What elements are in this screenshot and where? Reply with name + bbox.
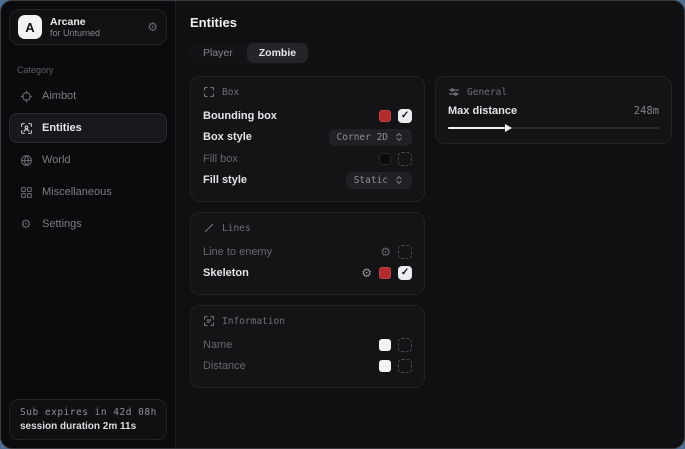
card-title: Information [222, 316, 285, 327]
tab-player[interactable]: Player [191, 43, 245, 63]
setting-label: Fill style [203, 174, 247, 186]
scan-icon [203, 86, 215, 98]
setting-label: Bounding box [203, 110, 277, 122]
lines-card: Lines Line to enemy ⚙ ✓ Skeleton [190, 212, 425, 295]
general-card: General Max distance 248m [435, 76, 672, 144]
setting-label: Distance [203, 360, 246, 372]
grid-icon [19, 185, 33, 199]
gear-icon[interactable]: ⚙ [147, 21, 158, 33]
setting-label: Skeleton [203, 267, 249, 279]
session-duration-text: session duration 2m 11s [20, 421, 156, 432]
setting-label: Box style [203, 131, 252, 143]
sidebar-item-label: Settings [42, 218, 82, 230]
dropdown-value: Static [354, 175, 388, 186]
color-swatch[interactable] [379, 339, 391, 351]
max-distance-value: 248m [634, 105, 659, 117]
scan-person-icon [19, 121, 33, 135]
sidebar-item-label: Aimbot [42, 90, 76, 102]
setting-row-skeleton: Skeleton ⚙ ✓ [203, 263, 412, 285]
sidebar-item-world[interactable]: World [9, 145, 167, 175]
scan-text-icon [203, 315, 215, 327]
max-distance-slider[interactable] [448, 123, 659, 133]
setting-label: Name [203, 339, 232, 351]
subscription-info-box: Sub expires in 42d 08h session duration … [9, 399, 167, 440]
dropdown-value: Corner 2D [337, 132, 388, 143]
general-card-header: General [448, 86, 659, 98]
sidebar-item-miscellaneous[interactable]: Miscellaneous [9, 177, 167, 207]
sidebar: A Arcane for Unturned ⚙ Category Aimbot [1, 1, 176, 448]
brand-text: Arcane for Unturned [50, 16, 100, 38]
setting-label: Line to enemy [203, 246, 272, 258]
setting-row-name: Name ✓ [203, 334, 412, 356]
fill-style-dropdown[interactable]: Static [346, 172, 412, 189]
slider-thumb[interactable] [505, 124, 512, 132]
sidebar-nav: Aimbot Entities [1, 81, 175, 239]
app-logo: A [18, 15, 42, 39]
color-swatch[interactable] [379, 110, 391, 122]
left-column: Box Bounding box ✓ Box style [190, 76, 425, 388]
check-icon: ✓ [401, 268, 409, 278]
lines-card-header: Lines [203, 222, 412, 234]
gear-icon[interactable]: ⚙ [380, 246, 391, 258]
card-title: Lines [222, 223, 251, 234]
sidebar-item-label: Miscellaneous [42, 186, 112, 198]
page-title: Entities [190, 15, 672, 30]
sidebar-item-aimbot[interactable]: Aimbot [9, 81, 167, 111]
tab-zombie[interactable]: Zombie [247, 43, 308, 63]
category-label: Category [17, 65, 159, 75]
gear-icon: ⚙ [19, 217, 33, 231]
setting-label: Max distance [448, 105, 517, 117]
main-panel: Entities Player Zombie Box Bou [176, 1, 684, 448]
checkbox[interactable]: ✓ [398, 109, 412, 123]
app-subtitle: for Unturned [50, 28, 100, 38]
checkbox[interactable]: ✓ [398, 338, 412, 352]
diagonal-line-icon [203, 222, 215, 234]
information-card-header: Information [203, 315, 412, 327]
color-swatch[interactable] [379, 267, 391, 279]
right-column: General Max distance 248m [435, 76, 672, 144]
chevrons-up-down-icon [394, 175, 404, 185]
setting-row-fill-style: Fill style Static [203, 170, 412, 192]
sidebar-item-label: Entities [42, 122, 82, 134]
max-distance-row: Max distance 248m [448, 105, 659, 117]
setting-row-fill-box: Fill box ✓ [203, 148, 412, 170]
crosshair-icon [19, 89, 33, 103]
sidebar-item-entities[interactable]: Entities [9, 113, 167, 143]
app-window: A Arcane for Unturned ⚙ Category Aimbot [0, 0, 685, 449]
checkbox[interactable]: ✓ [398, 359, 412, 373]
setting-row-line-to-enemy: Line to enemy ⚙ ✓ [203, 241, 412, 263]
slider-fill [448, 127, 505, 129]
globe-icon [19, 153, 33, 167]
card-title: General [467, 87, 507, 98]
box-card: Box Bounding box ✓ Box style [190, 76, 425, 202]
check-icon: ✓ [401, 111, 409, 121]
sub-expires-text: Sub expires in 42d 08h [20, 407, 156, 418]
setting-row-bounding-box: Bounding box ✓ [203, 105, 412, 127]
app-name: Arcane [50, 16, 100, 28]
chevrons-up-down-icon [394, 132, 404, 142]
setting-label: Fill box [203, 153, 238, 165]
checkbox[interactable]: ✓ [398, 152, 412, 166]
setting-row-distance: Distance ✓ [203, 356, 412, 378]
box-style-dropdown[interactable]: Corner 2D [329, 129, 412, 146]
color-swatch[interactable] [379, 360, 391, 372]
color-swatch[interactable] [379, 153, 391, 165]
settings-content: Box Bounding box ✓ Box style [190, 76, 672, 388]
information-card: Information Name ✓ Distance [190, 305, 425, 388]
checkbox[interactable]: ✓ [398, 266, 412, 280]
sidebar-item-settings[interactable]: ⚙ Settings [9, 209, 167, 239]
gear-icon[interactable]: ⚙ [361, 267, 372, 279]
sliders-icon [448, 86, 460, 98]
sidebar-item-label: World [42, 154, 71, 166]
checkbox[interactable]: ✓ [398, 245, 412, 259]
entity-tabs: Player Zombie [190, 42, 309, 64]
box-card-header: Box [203, 86, 412, 98]
card-title: Box [222, 87, 239, 98]
brand-card: A Arcane for Unturned ⚙ [9, 9, 167, 45]
setting-row-box-style: Box style Corner 2D [203, 127, 412, 149]
